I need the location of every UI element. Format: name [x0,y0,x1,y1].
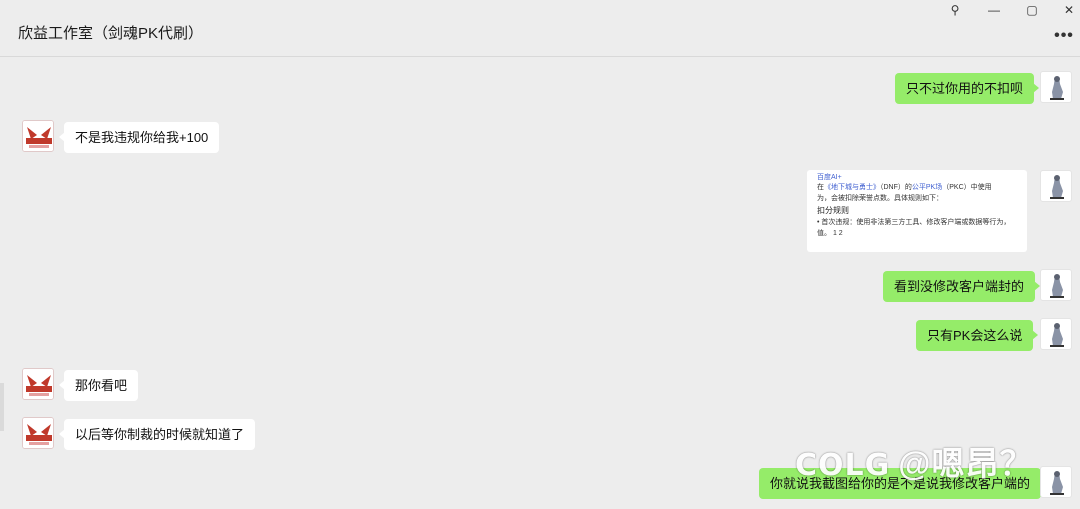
screenshot-image-message[interactable]: 百度AI+ 在《地下城与勇士》（DNF）的公平PK场（PKC）中使用 为，会被扣… [807,170,1027,252]
message-bubble-self[interactable]: 只有PK会这么说 [916,320,1039,351]
minimize-button[interactable]: — [984,2,1004,18]
self-avatar[interactable] [1040,318,1072,350]
close-button[interactable]: ✕ [1059,2,1079,18]
chat-title: 欣益工作室（剑魂PK代刷） [18,25,204,42]
peer-avatar[interactable] [22,368,54,400]
message-bubble-peer[interactable]: 以后等你制裁的时候就知道了 [58,419,256,450]
watermark-handle: @嗯昂？ [898,445,1034,482]
message-bubble-self[interactable]: 看到没修改客户端封的 [883,271,1041,302]
more-options-icon[interactable]: ••• [1054,28,1074,44]
image-line: 值。 1 2 [817,230,843,237]
peer-avatar[interactable] [22,417,54,449]
watermark: COLG @嗯昂？ [795,437,1033,485]
self-avatar[interactable] [1040,71,1072,103]
peer-avatar[interactable] [22,120,54,152]
image-line: 在《地下城与勇士》（DNF）的公平PK场（PKC）中使用 [817,184,992,191]
image-header: 百度AI+ [817,174,842,181]
scroll-edge [0,383,4,431]
pin-icon[interactable]: ⚲ [945,2,965,18]
self-avatar[interactable] [1040,466,1072,498]
self-avatar[interactable] [1040,269,1072,301]
watermark-logo: COLG [795,448,891,483]
message-bubble-self[interactable]: 只不过你用的不扣呗 [895,73,1040,104]
image-bullet: • 首次违规：使用非法第三方工具、修改客户端或数据等行为， [817,219,1011,226]
title-bar: 欣益工作室（剑魂PK代刷） ⚲ — ▢ ✕ ••• [0,0,1080,57]
image-subheading: 扣分规则 [817,206,849,215]
self-avatar[interactable] [1040,170,1072,202]
message-bubble-peer[interactable]: 那你看吧 [58,370,139,401]
image-line: 为，会被扣除荣誉点数。具体规则如下： [817,195,943,202]
maximize-button[interactable]: ▢ [1022,2,1042,18]
message-bubble-peer[interactable]: 不是我违规你给我+100 [58,122,220,153]
